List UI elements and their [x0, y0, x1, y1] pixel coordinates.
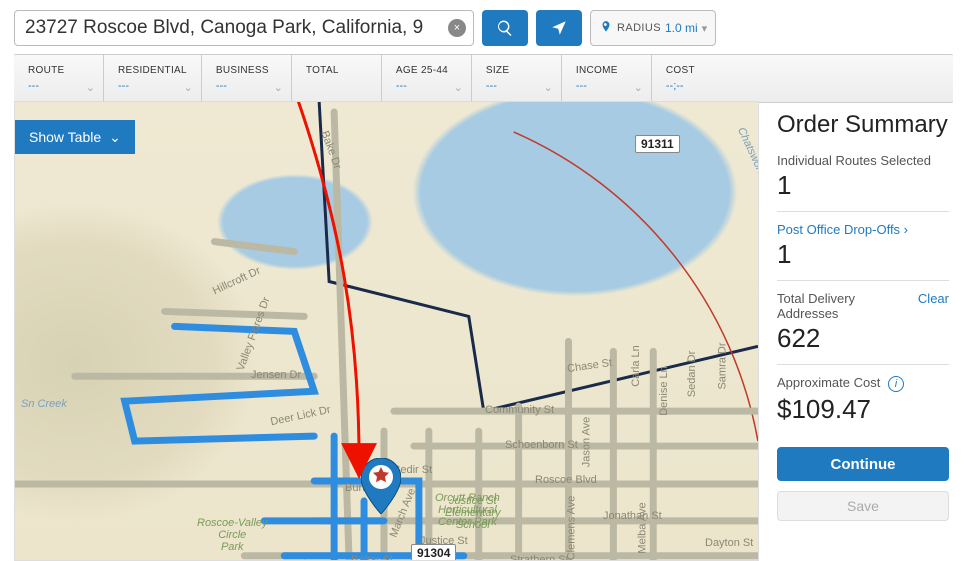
- total-addresses-value: 622: [777, 323, 949, 354]
- street-label: Jensen Dr: [251, 369, 301, 381]
- search-button[interactable]: [482, 10, 528, 46]
- filter-head: AGE 25-44: [396, 65, 457, 76]
- street-label: Samra Dr: [717, 342, 729, 389]
- street-label: Sedan Dr: [686, 351, 698, 397]
- filter-head: INCOME: [576, 65, 637, 76]
- divider: [777, 280, 949, 281]
- map-canvas[interactable]: 91311 91304 Justice St Elementary School…: [14, 101, 759, 561]
- search-icon: [496, 19, 514, 37]
- filter-head: SIZE: [486, 65, 547, 76]
- zip-label: 91311: [635, 135, 680, 153]
- filter-val: ---: [216, 80, 277, 92]
- street-label: Justice St: [420, 535, 468, 547]
- dropoffs-link[interactable]: Post Office Drop-Offs ›: [777, 222, 949, 237]
- filter-val: ---: [28, 80, 89, 92]
- address-search-input[interactable]: [14, 10, 474, 46]
- routes-selected-label: Individual Routes Selected: [777, 153, 949, 168]
- street-label: Schoenborn St: [505, 439, 578, 451]
- filter-route[interactable]: ROUTE --- ⌄: [14, 55, 104, 102]
- chevron-down-icon: ⌄: [109, 129, 121, 146]
- filter-age[interactable]: AGE 25-44 --- ⌄: [382, 55, 472, 102]
- street-label: Dayton St: [705, 537, 753, 549]
- chevron-down-icon: ▾: [702, 22, 708, 35]
- filter-size[interactable]: SIZE --- ⌄: [472, 55, 562, 102]
- radius-selector[interactable]: RADIUS 1.0 mi ▾: [590, 10, 716, 46]
- street-label: Baltar St: [351, 554, 393, 561]
- save-button[interactable]: Save: [777, 491, 949, 521]
- creek-label: Sn Creek: [21, 398, 67, 410]
- street-label: Roscoe Blvd: [535, 474, 597, 486]
- filter-total[interactable]: TOTAL: [292, 55, 382, 102]
- clear-link[interactable]: Clear: [918, 291, 949, 306]
- chevron-down-icon: ⌄: [86, 81, 95, 94]
- approx-cost-label: Approximate Cost: [777, 375, 880, 390]
- street-label: Clemens Ave: [565, 496, 577, 561]
- divider: [777, 211, 949, 212]
- continue-button[interactable]: Continue: [777, 447, 949, 481]
- total-addresses-label: Total Delivery Addresses: [777, 291, 918, 321]
- dropoffs-value: 1: [777, 239, 949, 270]
- divider: [777, 364, 949, 365]
- locate-button[interactable]: [536, 10, 582, 46]
- filter-cost[interactable]: COST --;--: [652, 55, 953, 102]
- filter-head: BUSINESS: [216, 65, 277, 76]
- filter-head: RESIDENTIAL: [118, 65, 187, 76]
- filter-head: COST: [666, 65, 939, 76]
- filter-head: ROUTE: [28, 65, 89, 76]
- chevron-down-icon: ⌄: [544, 81, 553, 94]
- show-table-button[interactable]: Show Table ⌄: [15, 120, 135, 154]
- chevron-down-icon: ⌄: [274, 81, 283, 94]
- filter-income[interactable]: INCOME --- ⌄: [562, 55, 652, 102]
- filter-val: --;--: [666, 80, 939, 92]
- pin-icon: [599, 18, 613, 39]
- radius-label: RADIUS: [617, 22, 661, 34]
- summary-title: Order Summary: [777, 111, 949, 139]
- clear-search-icon[interactable]: ×: [448, 19, 466, 37]
- filter-val: ---: [576, 80, 637, 92]
- chevron-down-icon: ⌄: [634, 81, 643, 94]
- radius-value: 1.0 mi: [665, 21, 698, 35]
- map-center-pin-icon: [361, 458, 401, 517]
- filter-head: TOTAL: [306, 65, 367, 76]
- street-label: Denise Ln: [658, 366, 670, 416]
- street-label: Community St: [485, 404, 554, 416]
- filter-val: ---: [118, 80, 187, 92]
- chevron-down-icon: ⌄: [454, 81, 463, 94]
- street-label: Jason Ave: [580, 417, 592, 468]
- filter-val: ---: [486, 80, 547, 92]
- chevron-down-icon: ⌄: [184, 81, 193, 94]
- routes-selected-value: 1: [777, 170, 949, 201]
- street-label: Carla Ln: [630, 345, 642, 387]
- order-summary-panel: Order Summary Individual Routes Selected…: [759, 103, 967, 561]
- filter-residential[interactable]: RESIDENTIAL --- ⌄: [104, 55, 202, 102]
- park-label: Orcutt Ranch Horticultural Center Park: [435, 492, 500, 528]
- info-icon[interactable]: i: [888, 376, 904, 392]
- navigate-icon: [550, 19, 568, 37]
- street-label: Strathern St: [510, 554, 569, 561]
- filter-strip: ROUTE --- ⌄ RESIDENTIAL --- ⌄ BUSINESS -…: [14, 54, 953, 103]
- street-label: Melba Ave: [637, 502, 649, 553]
- approx-cost-value: $109.47: [777, 394, 949, 425]
- show-table-label: Show Table: [29, 129, 101, 145]
- street-label: Jonathan St: [603, 510, 662, 522]
- filter-val: ---: [396, 80, 457, 92]
- park-label: Roscoe-Valley Circle Park: [197, 517, 268, 553]
- filter-business[interactable]: BUSINESS --- ⌄: [202, 55, 292, 102]
